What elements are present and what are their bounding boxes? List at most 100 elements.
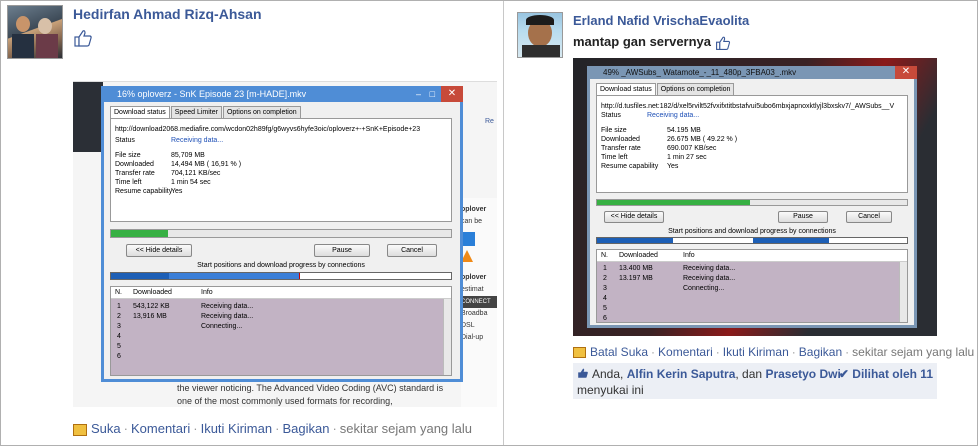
close-icon[interactable]: ✕ xyxy=(895,66,917,79)
table-scrollbar[interactable] xyxy=(443,299,451,375)
tab-options-on-completion[interactable]: Options on completion xyxy=(222,106,301,118)
table-row[interactable]: 2 13.197 MB Receiving data... xyxy=(597,274,907,284)
table-row[interactable]: 1 13.400 MB Receiving data... xyxy=(597,264,907,274)
dialog-titlebar[interactable]: 16% oploverz - SnK Episode 23 [m-HADE].m… xyxy=(101,86,463,102)
post-author[interactable]: Erland Nafid VrischaEvaolita xyxy=(573,13,749,28)
transfer-rate-value: 690.007 KB/sec xyxy=(667,145,717,152)
likes-summary: Anda, Alfin Kerin Saputra, dan Prasetyo … xyxy=(573,363,937,399)
post-actions: Batal Suka · Komentari · Ikuti Kiriman · Bagik… xyxy=(573,345,974,359)
connection-segment xyxy=(597,238,673,243)
likes-and: , dan xyxy=(735,367,763,381)
cancel-button[interactable]: Cancel xyxy=(387,244,437,257)
downloaded-value: 26.675 MB ( 49.22 % ) xyxy=(667,136,738,143)
row-n: 3 xyxy=(117,323,121,330)
tab-options-on-completion[interactable]: Options on completion xyxy=(656,83,735,95)
row-n: 2 xyxy=(603,275,607,282)
status-label: Status xyxy=(115,137,135,144)
post-image[interactable]: 49% _AWSubs_ Watamote_-_11_480p_3FBA03_.… xyxy=(573,58,937,336)
minimize-icon[interactable]: – xyxy=(416,86,421,102)
separator: · xyxy=(715,345,720,359)
transfer-rate-label: Transfer rate xyxy=(115,170,155,177)
table-row[interactable]: 6 xyxy=(111,352,451,362)
row-info: Connecting... xyxy=(683,285,725,292)
separator: · xyxy=(193,421,198,436)
bg-dark-band xyxy=(73,82,103,152)
connections-label: Start positions and download progress by… xyxy=(197,262,365,269)
transfer-rate-row: Transfer rate 690.007 KB/sec xyxy=(601,144,716,153)
hide-details-button[interactable]: << Hide details xyxy=(604,211,664,223)
download-progress-bar xyxy=(110,229,452,238)
dialog-title: 49% _AWSubs_ Watamote_-_11_480p_3FBA03_.… xyxy=(603,68,797,77)
table-row[interactable]: 3 Connecting... xyxy=(111,322,451,332)
avatar[interactable] xyxy=(7,5,63,59)
resume-label: Resume capability xyxy=(115,188,173,195)
thumbs-up-icon[interactable] xyxy=(715,35,731,51)
thumbs-up-icon[interactable] xyxy=(73,28,93,48)
comment-link[interactable]: Komentari xyxy=(131,421,190,436)
separator: · xyxy=(651,345,656,359)
liker-link[interactable]: Prasetyo Dwi xyxy=(765,367,840,381)
dialog-titlebar[interactable]: 49% _AWSubs_ Watamote_-_11_480p_3FBA03_.… xyxy=(587,66,917,79)
row-n: 4 xyxy=(117,333,121,340)
table-row[interactable]: 5 xyxy=(597,304,907,314)
row-n: 6 xyxy=(603,315,607,322)
table-row[interactable]: 3 Connecting... xyxy=(597,284,907,294)
cancel-button[interactable]: Cancel xyxy=(846,211,892,223)
pause-button[interactable]: Pause xyxy=(314,244,370,257)
post-timestamp[interactable]: sekitar sejam yang lalu xyxy=(852,345,974,359)
downloaded-label: Downloaded xyxy=(601,136,640,143)
unlike-link[interactable]: Batal Suka xyxy=(590,345,648,359)
like-link[interactable]: Suka xyxy=(91,421,121,436)
seen-by[interactable]: ✔ Dilihat oleh 11 xyxy=(839,366,933,382)
liker-link[interactable]: Alfin Kerin Saputra xyxy=(627,367,736,381)
status-row: Status Receiving data... xyxy=(115,136,223,145)
table-row[interactable]: 2 13,916 MB Receiving data... xyxy=(111,312,451,322)
avatar[interactable] xyxy=(517,12,563,58)
post-image[interactable]: Re oplover can be oplover estimat CONNEC… xyxy=(73,58,497,407)
row-downloaded: 13,916 MB xyxy=(133,313,167,320)
bg-top-right-text: Re xyxy=(485,118,494,125)
likes-you: Anda, xyxy=(592,367,624,381)
table-row[interactable]: 1 543,122 KB Receiving data... xyxy=(111,302,451,312)
follow-post-link[interactable]: Ikuti Kiriman xyxy=(723,345,789,359)
download-progress-bar xyxy=(596,199,908,206)
seen-by-text: Dilihat oleh 11 xyxy=(852,367,933,381)
file-size-label: File size xyxy=(601,127,627,134)
col-n-header: N. xyxy=(601,252,608,259)
row-n: 5 xyxy=(603,305,607,312)
table-row[interactable]: 5 xyxy=(111,342,451,352)
table-header: N. Downloaded Info xyxy=(111,287,451,299)
time-left-row: Time left 1 min 27 sec xyxy=(601,153,707,162)
downloaded-label: Downloaded xyxy=(115,161,154,168)
col-downloaded-header: Downloaded xyxy=(619,252,658,259)
col-downloaded-header: Downloaded xyxy=(133,289,172,296)
table-row[interactable]: 6 xyxy=(597,314,907,322)
connections-bar xyxy=(110,272,452,280)
dialog-tabs: Download status Options on completion xyxy=(596,83,735,96)
share-link[interactable]: Bagikan xyxy=(799,345,842,359)
time-left-value: 1 min 27 sec xyxy=(667,154,707,161)
post-actions: Suka · Komentari · Ikuti Kiriman · Bagikan · sek… xyxy=(73,421,472,436)
tab-speed-limiter[interactable]: Speed Limiter xyxy=(170,106,222,118)
resume-value: Yes xyxy=(171,188,183,195)
share-link[interactable]: Bagikan xyxy=(282,421,329,436)
download-url: http://d.tusfiles.net:182/d/xel5rvilt52f… xyxy=(601,103,895,110)
post-timestamp[interactable]: sekitar sejam yang lalu xyxy=(340,421,472,436)
table-scrollbar[interactable] xyxy=(899,262,907,322)
separator: · xyxy=(791,345,796,359)
maximize-icon[interactable]: □ xyxy=(430,86,435,102)
comment-link[interactable]: Komentari xyxy=(658,345,713,359)
col-info-header: Info xyxy=(201,289,213,296)
row-downloaded: 543,122 KB xyxy=(133,303,170,310)
post-author[interactable]: Hedirfan Ahmad Rizq-Ahsan xyxy=(73,6,262,22)
likes-suffix: menyukai ini xyxy=(577,383,644,397)
follow-post-link[interactable]: Ikuti Kiriman xyxy=(201,421,273,436)
bg-article-text: one of the most commonly used formats fo… xyxy=(177,396,393,406)
time-left-value: 1 min 54 sec xyxy=(171,179,211,186)
pause-button[interactable]: Pause xyxy=(778,211,828,223)
hide-details-button[interactable]: << Hide details xyxy=(126,244,192,257)
table-row[interactable]: 4 xyxy=(111,332,451,342)
bg-side-text: oplover xyxy=(461,274,487,281)
close-icon[interactable]: ✕ xyxy=(441,86,463,102)
table-row[interactable]: 4 xyxy=(597,294,907,304)
